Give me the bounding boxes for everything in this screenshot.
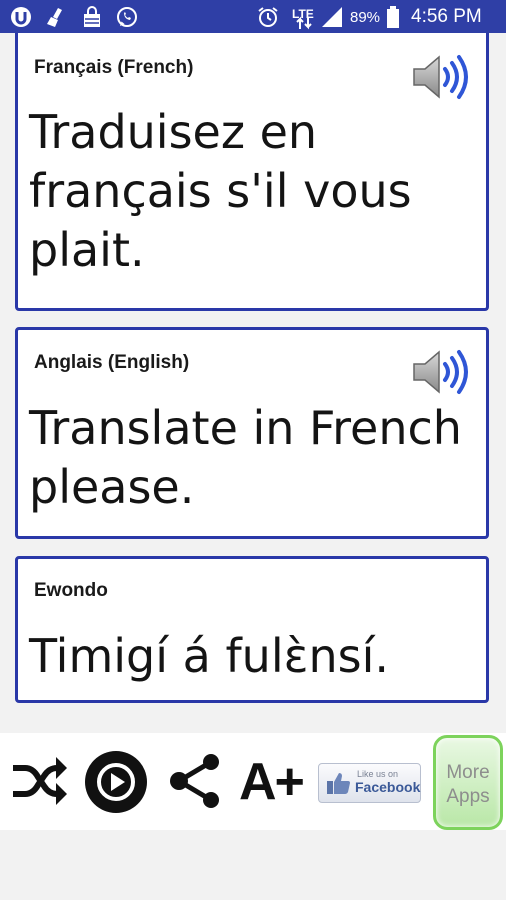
phrase-text: Timigí á fulɛ̀nsí. <box>29 629 389 683</box>
play-icon[interactable] <box>84 750 148 814</box>
whatsapp-icon <box>117 7 137 27</box>
translation-card-french: Français (French) Traduisez en français … <box>15 33 489 311</box>
clean-icon <box>47 8 62 27</box>
facebook-like-text: Like us on <box>357 769 399 779</box>
speaker-icon[interactable] <box>411 53 469 101</box>
more-apps-button[interactable]: More Apps <box>433 735 503 830</box>
battery-icon <box>387 6 399 28</box>
translation-card-english: Anglais (English) Translate in French pl… <box>15 327 489 539</box>
more-apps-label-line1: More <box>446 762 490 783</box>
facebook-label: Facebook <box>355 779 421 795</box>
bottom-toolbar: A+ Like us on Facebook More Apps <box>0 733 506 830</box>
data-arrows-icon <box>296 16 312 30</box>
battery-percent: 89% <box>350 9 381 26</box>
facebook-like-button[interactable]: Like us on Facebook <box>318 763 421 803</box>
language-label: Français (French) <box>34 57 194 78</box>
shopping-bag-icon <box>84 6 100 27</box>
thumbs-up-icon <box>327 773 350 794</box>
clock-time: 4:56 PM <box>411 6 482 27</box>
vpn-icon <box>11 7 31 27</box>
alarm-clock-icon <box>258 7 278 27</box>
translation-card-ewondo: Ewondo Timigí á fulɛ̀nsí. <box>15 556 489 703</box>
language-label: Anglais (English) <box>34 352 190 373</box>
shuffle-icon[interactable] <box>10 756 68 806</box>
share-icon[interactable] <box>169 753 221 809</box>
speaker-icon[interactable] <box>411 348 469 396</box>
language-label: Ewondo <box>34 580 108 601</box>
status-bar: LTE 89% 4:56 PM <box>0 0 506 33</box>
phrase-text: Translate in French please. <box>29 401 462 514</box>
signal-icon <box>322 7 342 27</box>
more-apps-label-line2: Apps <box>446 786 490 807</box>
font-size-button[interactable]: A+ <box>239 753 305 811</box>
phrase-text: Traduisez en français s'il vous plait. <box>29 105 412 277</box>
